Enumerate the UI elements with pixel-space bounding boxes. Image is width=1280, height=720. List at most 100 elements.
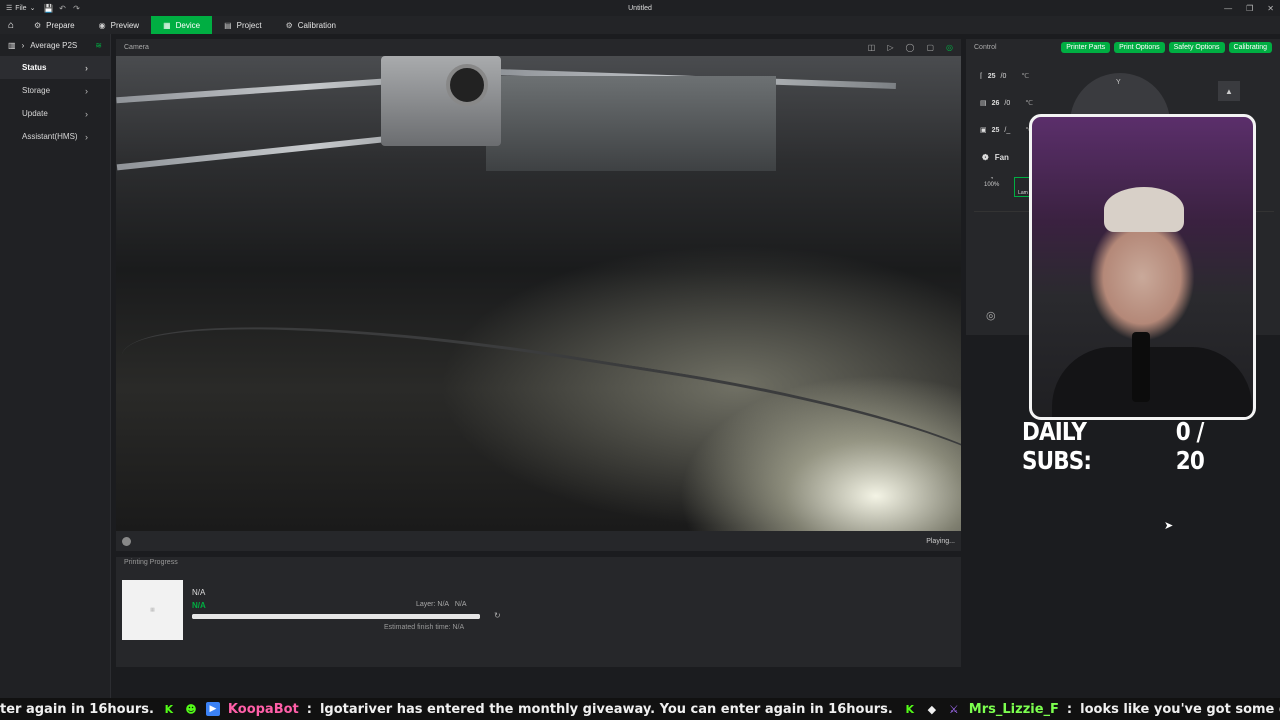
bed-temp[interactable]: ▤ 26 /0 ℃	[980, 99, 1034, 108]
speed-value: 100%	[984, 182, 1000, 188]
progress-title: Printing Progress	[124, 559, 178, 566]
streamer-webcam	[1029, 114, 1256, 420]
chevron-right-icon: ›	[85, 131, 88, 142]
tab-project[interactable]: ▤ Project	[212, 16, 273, 34]
printer-selector[interactable]: ▥ › Average P2S ≋	[0, 34, 110, 56]
sidebar-item-storage[interactable]: Storage ›	[0, 79, 110, 102]
layer-label: Layer: N/A	[416, 601, 450, 608]
tab-prepare[interactable]: ⚙ Prepare	[22, 16, 87, 34]
save-icon[interactable]: 💾	[41, 4, 55, 13]
gift-icon: ◆	[927, 702, 937, 716]
arrow-up-icon: ▲	[1225, 86, 1233, 96]
toolhead	[381, 56, 501, 146]
camera-toolbar: ◫ ▷ ◯ ▢ ◎	[868, 43, 953, 52]
chamber-back-wall	[486, 76, 776, 171]
nozzle-icon: ⌈	[980, 73, 983, 80]
ticker-message: lgotariver has entered the monthly givea…	[319, 701, 893, 717]
mouse-cursor-icon: ➤	[1164, 520, 1174, 532]
estimated-finish: Estimated finish time: N/A	[384, 624, 465, 631]
nozzle-temp[interactable]: ⌈ 25 /0 ℃	[980, 72, 1029, 81]
progress-bar	[192, 614, 480, 619]
record-icon[interactable]	[122, 536, 131, 546]
speed-control[interactable]: ◔ 100%	[984, 176, 999, 188]
chevron-right-icon: ›	[85, 62, 88, 73]
minimize-icon[interactable]: —	[1224, 4, 1232, 13]
chamber-temp[interactable]: ▣ 25 /_ ℃	[980, 126, 1033, 135]
sd-card-icon[interactable]: ◫	[868, 43, 876, 52]
progress-bar-fill	[192, 614, 480, 619]
chevron-right-icon: ›	[85, 108, 88, 119]
temp-target: /0	[1000, 72, 1007, 80]
camera-feed[interactable]	[116, 56, 961, 531]
redo-icon[interactable]: ↷	[69, 4, 83, 13]
print-percent: N/A	[192, 601, 206, 610]
tab-preview[interactable]: ◉ Preview	[87, 16, 151, 34]
title-bar: ☰ File ⌄ 💾 ↶ ↷ Untitled — ❐ ✕	[0, 0, 1280, 16]
calibration-icon: ⚙	[285, 20, 293, 30]
temp-value: 25	[991, 126, 1000, 134]
tab-device[interactable]: ▦ Device	[151, 16, 213, 34]
printer-parts-button[interactable]: Printer Parts	[1061, 42, 1111, 53]
fan-label: Fan	[994, 153, 1009, 162]
tab-label: Project	[236, 20, 262, 30]
ticker-message: ter again in 16hours.	[0, 701, 154, 717]
webcam-person-hair	[1104, 187, 1184, 232]
chevron-right-icon: ›	[21, 40, 25, 50]
ticker-message: looks like you've got some dust in there	[1080, 701, 1280, 717]
extruder-icon[interactable]: ◎	[986, 309, 996, 322]
printer-icon: ▥	[8, 40, 16, 50]
kick-icon: K	[164, 702, 174, 716]
kick-icon: K	[905, 702, 915, 716]
tab-label: Preview	[110, 20, 140, 30]
recording-icon[interactable]: ▷	[887, 43, 893, 52]
chamber-icon: ▣	[980, 127, 987, 134]
sidebar-item-label: Update	[22, 109, 48, 118]
print-options-button[interactable]: Print Options	[1114, 42, 1165, 53]
chat-username: KoopaBot	[227, 701, 299, 717]
close-icon[interactable]: ✕	[1267, 4, 1274, 13]
camera-status: Playing...	[926, 537, 955, 545]
sidebar-item-label: Status	[22, 63, 47, 72]
printing-progress-panel: Printing Progress ▦ N/A N/A Layer: N/A N…	[116, 557, 961, 667]
window-controls: — ❐ ✕	[1224, 4, 1274, 13]
temp-target: /_	[1004, 126, 1011, 134]
toolhead-fan	[446, 64, 488, 106]
home-icon[interactable]: ⌂	[0, 20, 22, 31]
subs-label: DAILY SUBS:	[1022, 417, 1092, 475]
window-title: Untitled	[628, 4, 652, 12]
restore-icon[interactable]: ❐	[1246, 4, 1253, 13]
subs-count: 0 / 20	[1175, 417, 1205, 475]
bot-icon: ☻	[185, 702, 197, 716]
temp-target: /0	[1004, 99, 1011, 107]
print-thumbnail: ▦	[122, 580, 183, 640]
sidebar-item-update[interactable]: Update ›	[0, 102, 110, 125]
camera-toggle-icon[interactable]: ◎	[946, 43, 953, 52]
chat-ticker: ter again in 16hours. K ☻ ▶ KoopaBot: lg…	[0, 698, 1280, 720]
sidebar-item-status[interactable]: Status ›	[0, 56, 110, 79]
tab-calibration[interactable]: ⚙ Calibration	[274, 16, 348, 34]
timelapse-icon[interactable]: ◯	[906, 43, 915, 52]
calibrating-button[interactable]: Calibrating	[1228, 42, 1272, 53]
camera-title: Camera	[124, 44, 149, 51]
file-menu[interactable]: ☰ File ⌄	[0, 4, 41, 13]
sidebar-item-assistant[interactable]: Assistant(HMS) ›	[0, 125, 110, 148]
video-icon[interactable]: ▢	[926, 43, 934, 52]
undo-icon[interactable]: ↶	[55, 4, 69, 13]
layer-total: N/A	[454, 601, 467, 608]
sidebar-item-label: Assistant(HMS)	[22, 132, 78, 141]
chevron-right-icon: ›	[85, 85, 88, 96]
fan-control[interactable]: ❁ Fan	[982, 153, 1009, 162]
tab-label: Calibration	[297, 20, 336, 30]
menu-icon: ☰	[6, 5, 13, 12]
layer-info: Layer: N/A N/A	[416, 601, 467, 608]
main-nav: ⌂ ⚙ Prepare ◉ Preview ▦ Device ▤ Project…	[0, 16, 1280, 34]
refresh-icon[interactable]: ↻	[494, 611, 501, 620]
file-menu-label: File	[15, 4, 27, 12]
temp-value: 26	[991, 99, 1000, 107]
device-icon: ▦	[163, 20, 171, 30]
wifi-icon: ≋	[95, 40, 102, 50]
safety-options-button[interactable]: Safety Options	[1168, 42, 1225, 53]
z-up-button[interactable]: ▲	[1218, 81, 1240, 101]
temp-unit: ℃	[1025, 100, 1034, 107]
print-name: N/A	[192, 588, 206, 597]
